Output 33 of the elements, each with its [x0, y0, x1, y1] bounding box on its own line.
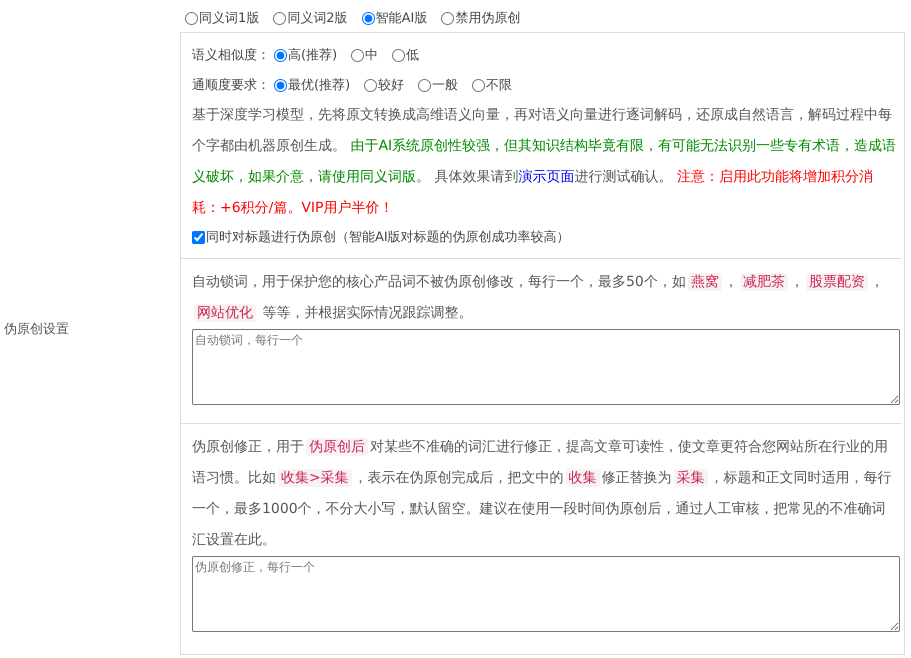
lock-words-field[interactable]: 自动锁词，每行一个: [192, 329, 900, 405]
radio-button[interactable]: [185, 12, 198, 24]
radio-button[interactable]: [274, 48, 287, 62]
radio-button[interactable]: [364, 78, 378, 92]
option-label: 通顺度要求：: [192, 77, 270, 94]
checkbox[interactable]: [192, 230, 205, 244]
description-text: 自动锁词，用于保护您的核心产品词不被伪原创修改，每行一个，最多50个，如 燕窝 ， 减肥茶 ， 股票配资 ， 网站优化 等等，并根据实际情况跟踪调整。: [192, 272, 885, 324]
demo-page-link[interactable]: 演示页面: [518, 169, 574, 185]
radio-label[interactable]: 同义词2版: [287, 9, 348, 27]
radio-button[interactable]: [441, 12, 454, 24]
radio-label[interactable]: 低: [406, 46, 420, 64]
radio-button[interactable]: [274, 78, 287, 92]
description-text: 伪原创修正，用于 伪原创后 对某些不准确的词汇进行修正，提高文章可读性，使文章更符合您网站所在行业的用语习惯。比如 收集>采集 ，表示在伪原创完成后，把文中的 收集 修正替换为 采集 ，标题和正文同时适用，每行一个，最多1000个，不分大小写，默认留空。建议在使用一段时间伪原创后，通过人工审核，把常见的不准确词汇设置在此。: [192, 437, 893, 550]
radio-label[interactable]: 同义词1版: [199, 9, 260, 27]
checkbox-label[interactable]: 同时对标题进行伪原创（智能AI版对标题的伪原创成功率较高）: [206, 228, 570, 246]
radio-label[interactable]: 中: [365, 46, 378, 64]
radio-button[interactable]: [273, 12, 286, 24]
radio-label[interactable]: 禁用伪原创: [455, 9, 520, 27]
option-label: 语义相似度：: [192, 47, 270, 64]
radio-label[interactable]: 一般: [432, 76, 458, 94]
radio-label[interactable]: 高(推荐): [288, 46, 338, 64]
radio-button[interactable]: [472, 78, 486, 92]
radio-button[interactable]: [392, 48, 406, 62]
radio-label[interactable]: 智能AI版: [376, 9, 428, 27]
radio-button[interactable]: [418, 78, 432, 92]
corrections-field[interactable]: 伪原创修正，每行一个: [192, 556, 900, 632]
radio-label[interactable]: 最优(推荐): [288, 76, 350, 94]
radio-label[interactable]: 不限: [486, 76, 512, 94]
radio-button[interactable]: [362, 12, 375, 24]
radio-button[interactable]: [351, 48, 364, 62]
setting-label: 伪原创设置: [4, 321, 69, 338]
description-text: 基于深度学习模型，先将原文转换成高维语义向量，再对语义向量进行逐词解码，还原成自然语言，解码过程中每个字都由机器原创生成。 由于AI系统原创性较强，但其知识结构毕竟有限，有可能无法识别一些专有术语，造成语义破坏，如果介意，请使用同义词版。 具体效果请到演示页面进行测试确认。 注意：启用此功能将增加积分消耗：+6积分/篇。VIP用户半价！: [192, 106, 898, 218]
radio-label[interactable]: 较好: [378, 76, 404, 94]
